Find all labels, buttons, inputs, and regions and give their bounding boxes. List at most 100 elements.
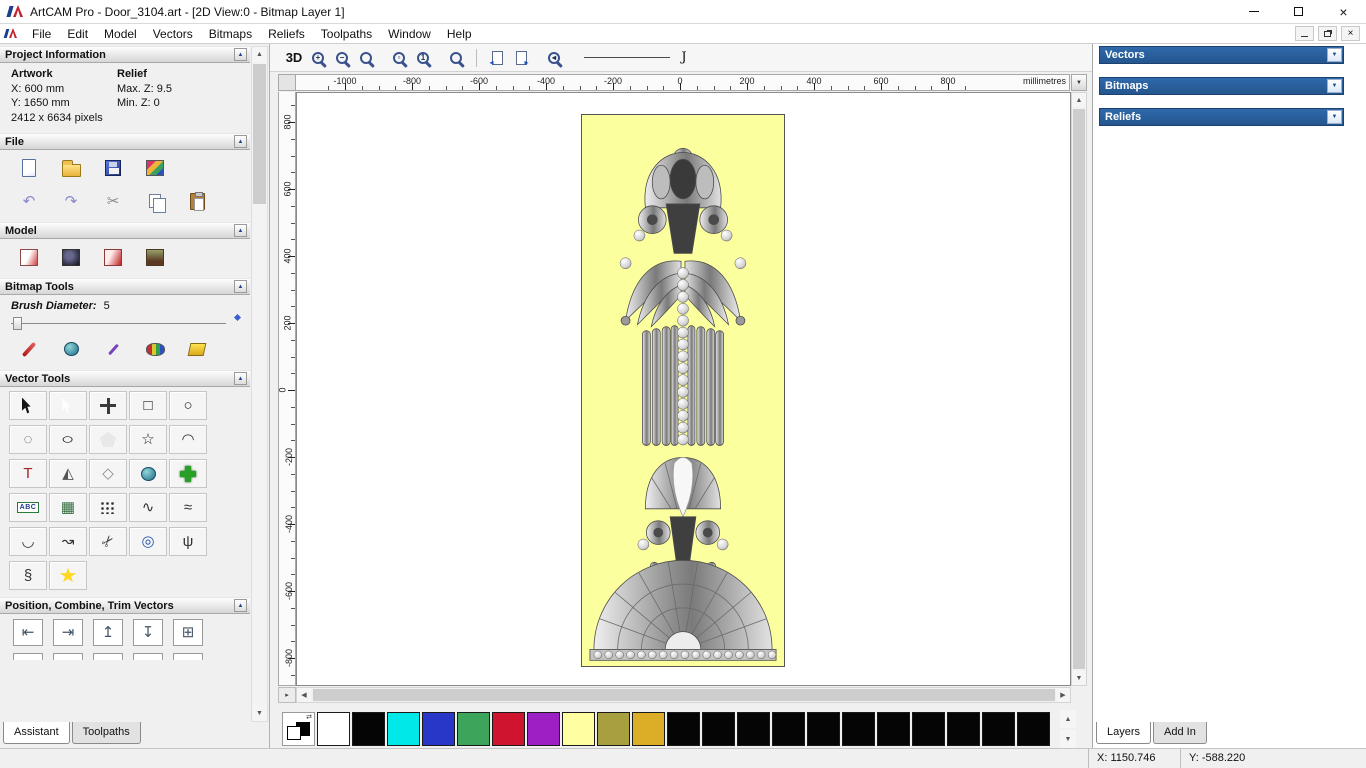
brush-diameter-slider[interactable] <box>11 313 242 331</box>
tab-add-in[interactable]: Add In <box>1153 722 1207 744</box>
palette-colour-12[interactable] <box>737 712 770 746</box>
horizontal-scroll-thumb[interactable] <box>313 689 1055 701</box>
open-model-tool[interactable] <box>51 154 91 182</box>
swap-colours-icon[interactable]: ⇄ <box>306 713 312 721</box>
palette-colour-2[interactable] <box>387 712 420 746</box>
block-copy-tool[interactable]: ▦ <box>49 493 87 522</box>
offset-vector-tool[interactable]: ↝ <box>49 527 87 556</box>
menu-vectors[interactable]: Vectors <box>145 25 201 43</box>
paint-selective-tool[interactable] <box>51 335 91 363</box>
create-text-tool[interactable]: T <box>9 459 47 488</box>
palette-colour-0[interactable] <box>317 712 350 746</box>
nest-vectors-tool[interactable]: Nes <box>173 653 203 660</box>
vertical-scroll-thumb[interactable] <box>1073 109 1085 669</box>
palette-colour-5[interactable] <box>492 712 525 746</box>
align-left-tool[interactable]: ⇤ <box>13 619 43 646</box>
palette-colour-11[interactable] <box>702 712 735 746</box>
palette-colour-3[interactable] <box>422 712 455 746</box>
menu-reliefs[interactable]: Reliefs <box>260 25 313 43</box>
panel-header-vectors[interactable]: Vectors <box>1099 46 1344 64</box>
mdi-close-button[interactable]: × <box>1341 26 1360 41</box>
block-nesting-tool[interactable] <box>89 493 127 522</box>
drawing-canvas[interactable] <box>296 92 1071 686</box>
toolbar-view-3d-button[interactable]: 3D <box>284 48 304 68</box>
tab-layers[interactable]: Layers <box>1096 722 1152 744</box>
palette-colour-18[interactable] <box>947 712 980 746</box>
draw-tool[interactable] <box>93 335 133 363</box>
palette-colour-14[interactable] <box>807 712 840 746</box>
collapse-project-information-button[interactable] <box>234 48 247 61</box>
create-star-tool[interactable]: ☆ <box>129 425 167 454</box>
transform-vectors-tool[interactable] <box>89 391 127 420</box>
menu-bitmaps[interactable]: Bitmaps <box>201 25 260 43</box>
toolbar-zoom-view-button[interactable]: ◂ <box>544 48 564 68</box>
menu-file[interactable]: File <box>24 25 59 43</box>
palette-colour-17[interactable] <box>912 712 945 746</box>
palette-colour-19[interactable] <box>982 712 1015 746</box>
colour-palette-tool[interactable] <box>135 335 175 363</box>
align-top-tool[interactable]: ↥ <box>93 619 123 646</box>
align-right-tool[interactable]: ⇥ <box>53 619 83 646</box>
panel-header-bitmaps[interactable]: Bitmaps <box>1099 77 1344 95</box>
text-block-tool[interactable]: ABC <box>9 493 47 522</box>
menu-toolpaths[interactable]: Toolpaths <box>313 25 380 43</box>
palette-colour-6[interactable] <box>527 712 560 746</box>
scroll-left-icon[interactable] <box>297 688 311 702</box>
measure-tool[interactable]: ◭ <box>49 459 87 488</box>
ruler-units-dropdown[interactable] <box>1071 74 1087 91</box>
palette-colour-9[interactable] <box>632 712 665 746</box>
paste-tool[interactable] <box>177 187 217 215</box>
mdi-restore-button[interactable] <box>1318 26 1337 41</box>
mdi-minimize-button[interactable] <box>1295 26 1314 41</box>
join-vectors-tool[interactable]: ψ <box>169 527 207 556</box>
slider-thumb[interactable] <box>13 317 22 330</box>
greyscale-preview-tool[interactable] <box>51 243 91 271</box>
create-rectangle-tool[interactable]: □ <box>129 391 167 420</box>
copy-tool[interactable] <box>135 187 175 215</box>
palette-colour-7[interactable] <box>562 712 595 746</box>
vertical-scrollbar[interactable] <box>1071 92 1087 686</box>
scroll-down-icon[interactable] <box>1072 671 1086 685</box>
create-arc-tool[interactable]: ◠ <box>169 425 207 454</box>
menu-window[interactable]: Window <box>380 25 439 43</box>
scroll-up-icon[interactable] <box>1072 93 1086 107</box>
model-artboard[interactable] <box>581 114 785 667</box>
toolbar-zoom-out-button[interactable]: − <box>332 48 352 68</box>
fit-polyline-tool[interactable]: ∿ <box>129 493 167 522</box>
fit-curve-tool[interactable]: ≈ <box>169 493 207 522</box>
save-model-tool[interactable] <box>93 154 133 182</box>
adjust-model-tool[interactable] <box>9 243 49 271</box>
palette-colour-1[interactable] <box>352 712 385 746</box>
palette-colour-16[interactable] <box>877 712 910 746</box>
collapse-model-button[interactable] <box>234 224 247 237</box>
create-ellipse-tool[interactable]: ○ <box>49 425 87 454</box>
minimize-button[interactable] <box>1231 0 1276 23</box>
colour-selector[interactable]: ⇄ <box>282 712 315 746</box>
tab-toolpaths[interactable]: Toolpaths <box>71 722 141 744</box>
toolbar-zoom-window-button[interactable]: ▫ <box>389 48 409 68</box>
import-3d-model-tool[interactable] <box>135 154 175 182</box>
collapse-position-button[interactable] <box>234 599 247 612</box>
paste-along-curve-tool[interactable] <box>169 459 207 488</box>
toolbar-zoom-in-button[interactable]: + <box>308 48 328 68</box>
node-editing-tool[interactable] <box>49 391 87 420</box>
palette-colour-10[interactable] <box>667 712 700 746</box>
create-vector-relief-tool[interactable]: ◎ <box>129 527 167 556</box>
load-bitmap-image-tool[interactable] <box>135 243 175 271</box>
toolbar-line-hook-button[interactable]: J <box>674 48 694 68</box>
flood-fill-tool[interactable] <box>177 335 217 363</box>
fillet-arc-tool[interactable]: § <box>9 561 47 590</box>
scroll-right-icon[interactable] <box>1056 688 1070 702</box>
palette-colour-4[interactable] <box>457 712 490 746</box>
scroll-up-icon[interactable] <box>252 47 267 62</box>
weld-vectors-tool[interactable]: ◉ <box>133 653 163 660</box>
center-in-page-tool[interactable]: ⊞ <box>173 619 203 646</box>
new-model-tool[interactable] <box>9 154 49 182</box>
panel-dropdown-vectors[interactable] <box>1327 48 1342 62</box>
menu-help[interactable]: Help <box>439 25 480 43</box>
model-lighting-tool[interactable] <box>93 243 133 271</box>
trim-vectors-tool[interactable]: ✂ <box>89 527 127 556</box>
close-button[interactable]: × <box>1321 0 1366 23</box>
toolbar-toggle-vector-view-button[interactable] <box>511 48 531 68</box>
collapse-vector-tools-button[interactable] <box>234 372 247 385</box>
